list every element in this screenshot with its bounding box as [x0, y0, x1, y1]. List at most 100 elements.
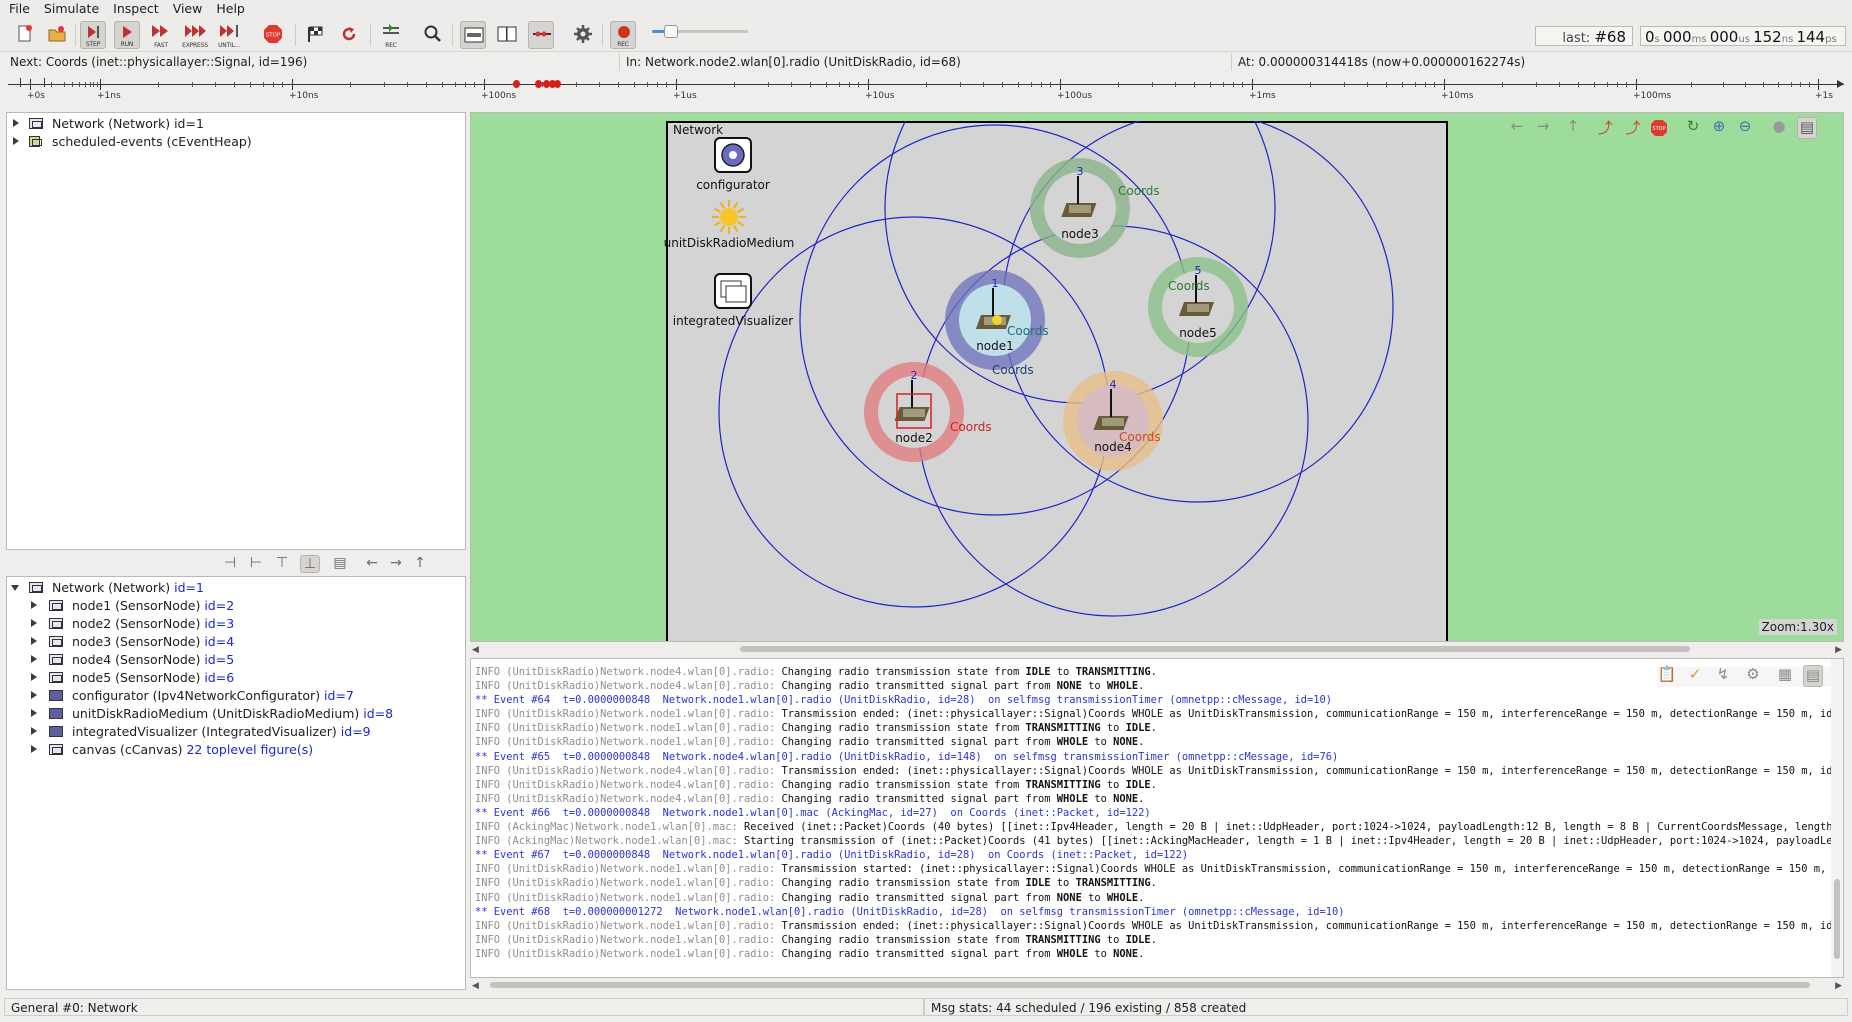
log-view-icon[interactable]: ▤: [1803, 665, 1823, 687]
log-line[interactable]: INFO (UnitDiskRadio)Network.node4.wlan[0…: [475, 778, 1835, 792]
log-line[interactable]: INFO (UnitDiskRadio)Network.node1.wlan[0…: [475, 862, 1843, 876]
menu-help[interactable]: Help: [209, 0, 252, 16]
preferences-gear-icon[interactable]: [570, 21, 596, 49]
tree-item-child[interactable]: node2 (SensorNode) id=3: [7, 615, 447, 633]
layout-vertical-icon[interactable]: [494, 21, 520, 49]
record-eventlog-icon[interactable]: REC: [378, 21, 404, 49]
network-canvas[interactable]: Network configurator unitDiskRadioMedium in…: [470, 112, 1844, 642]
search-highlight-icon[interactable]: ✓: [1685, 665, 1705, 687]
inheritance-view-icon[interactable]: ⊥: [300, 555, 320, 573]
tree-item-child[interactable]: node1 (SensorNode) id=2: [7, 597, 447, 615]
animation-speed-slider[interactable]: [652, 25, 748, 38]
menu-view[interactable]: View: [166, 0, 210, 16]
express-run-button[interactable]: EXPRESS: [182, 21, 208, 49]
run-button[interactable]: RUN: [114, 21, 140, 49]
expand-arrow-icon[interactable]: [31, 691, 37, 699]
expand-arrow-icon[interactable]: [31, 745, 37, 753]
children-view-icon[interactable]: ▤: [330, 555, 350, 573]
log-line[interactable]: INFO (UnitDiskRadio)Network.node1.wlan[0…: [475, 891, 1835, 905]
module-names-toggle-icon[interactable]: ●: [1769, 117, 1789, 139]
log-settings-gear-icon[interactable]: ⚙: [1743, 665, 1763, 687]
expand-arrow-icon[interactable]: [31, 673, 37, 681]
log-horizontal-scrollbar[interactable]: ◀ ▶: [470, 978, 1844, 992]
log-event-line[interactable]: ** Event #67 t=0.0000000848 Network.node…: [475, 848, 1835, 862]
menu-file[interactable]: File: [0, 0, 37, 16]
back-arrow-icon[interactable]: ←: [362, 555, 382, 573]
log-event-line[interactable]: ** Event #65 t=0.0000000848 Network.node…: [475, 750, 1835, 764]
expand-arrow-icon[interactable]: [31, 727, 37, 735]
timeline-event-marker[interactable]: [554, 80, 561, 88]
tree-item-child[interactable]: unitDiskRadioMedium (UnitDiskRadioMedium…: [7, 705, 447, 723]
collapse-arrow-icon[interactable]: [11, 585, 19, 591]
network-view-icon[interactable]: ▤: [1797, 117, 1817, 139]
up-arrow-icon[interactable]: ↑: [1563, 117, 1583, 139]
forward-arrow-icon[interactable]: →: [386, 555, 406, 573]
tree-item-child[interactable]: integratedVisualizer (IntegratedVisualiz…: [7, 723, 447, 741]
fast-to-module-icon[interactable]: ⤴: [1623, 117, 1643, 139]
load-config-icon[interactable]: [44, 21, 70, 49]
finish-flag-icon[interactable]: [302, 21, 328, 49]
expand-arrow-icon[interactable]: [31, 655, 37, 663]
filter-icon[interactable]: ↯: [1713, 665, 1733, 687]
menu-simulate[interactable]: Simulate: [37, 0, 106, 16]
tree-item-child[interactable]: canvas (cCanvas) 22 toplevel figure(s): [7, 741, 447, 759]
tree-item-child[interactable]: node3 (SensorNode) id=4: [7, 633, 447, 651]
timeline-toggle-icon[interactable]: [528, 21, 554, 49]
log-line[interactable]: INFO (UnitDiskRadio)Network.node4.wlan[0…: [475, 679, 1835, 693]
log-line[interactable]: INFO (UnitDiskRadio)Network.node1.wlan[0…: [475, 735, 1835, 749]
log-line[interactable]: INFO (UnitDiskRadio)Network.node1.wlan[0…: [475, 876, 1835, 890]
new-ini-icon[interactable]: [12, 21, 38, 49]
stop-icon[interactable]: STOP: [1649, 117, 1669, 139]
log-vertical-scrollbar[interactable]: [1831, 659, 1843, 977]
log-line[interactable]: INFO (UnitDiskRadio)Network.node1.wlan[0…: [475, 707, 1843, 721]
tree-item-child[interactable]: configurator (Ipv4NetworkConfigurator) i…: [7, 687, 447, 705]
messages-view-icon[interactable]: ▦: [1775, 665, 1795, 687]
expand-arrow-icon[interactable]: [31, 601, 37, 609]
log-text[interactable]: INFO (UnitDiskRadio)Network.node4.wlan[0…: [475, 665, 1843, 961]
copy-icon[interactable]: 📋: [1657, 665, 1677, 687]
log-line[interactable]: INFO (UnitDiskRadio)Network.node4.wlan[0…: [475, 764, 1843, 778]
flat-tree-icon[interactable]: ⊢: [246, 555, 266, 573]
tree-item-scheduled-events[interactable]: scheduled-events (cEventHeap): [7, 133, 447, 151]
zoom-in-icon[interactable]: ⊕: [1709, 117, 1729, 139]
log-line[interactable]: INFO (UnitDiskRadio)Network.node1.wlan[0…: [475, 947, 1835, 961]
step-button[interactable]: STEP: [80, 21, 106, 49]
find-icon[interactable]: [420, 21, 446, 49]
log-line[interactable]: INFO (UnitDiskRadio)Network.node4.wlan[0…: [475, 792, 1835, 806]
timeline-event-marker[interactable]: [513, 80, 520, 88]
log-line[interactable]: INFO (UnitDiskRadio)Network.node1.wlan[0…: [475, 721, 1835, 735]
event-timeline[interactable]: +0s +1ns +10ns +100ns +1us +10us +100us +1ms +10…: [8, 75, 1844, 105]
stop-button[interactable]: STOP: [260, 21, 286, 49]
log-event-line[interactable]: ** Event #66 t=0.0000000848 Network.node…: [475, 806, 1835, 820]
tree-item-network-root[interactable]: Network (Network) id=1: [7, 579, 447, 597]
back-arrow-icon[interactable]: ←: [1507, 117, 1527, 139]
tree-item-child[interactable]: node5 (SensorNode) id=6: [7, 669, 447, 687]
record-video-button[interactable]: REC: [610, 21, 636, 49]
log-line[interactable]: INFO (AckingMac)Network.node1.wlan[0].ma…: [475, 834, 1843, 848]
canvas-horizontal-scrollbar[interactable]: ◀ ▶: [470, 642, 1844, 656]
timeline-event-marker[interactable]: [535, 80, 542, 88]
log-line[interactable]: INFO (AckingMac)Network.node1.wlan[0].ma…: [475, 820, 1843, 834]
tree-item-child[interactable]: node4 (SensorNode) id=5: [7, 651, 447, 669]
log-event-line[interactable]: ** Event #68 t=0.000000001272 Network.no…: [475, 905, 1835, 919]
menu-inspect[interactable]: Inspect: [106, 0, 166, 16]
expand-arrow-icon[interactable]: [31, 637, 37, 645]
log-event-line[interactable]: ** Event #64 t=0.0000000848 Network.node…: [475, 693, 1835, 707]
log-line[interactable]: INFO (UnitDiskRadio)Network.node4.wlan[0…: [475, 665, 1835, 679]
up-arrow-icon[interactable]: ↑: [410, 555, 430, 573]
rebuild-network-icon[interactable]: [336, 21, 362, 49]
relayout-icon[interactable]: ↻: [1683, 117, 1703, 139]
step-to-module-icon[interactable]: ⤴: [1595, 117, 1615, 139]
log-line[interactable]: INFO (UnitDiskRadio)Network.node1.wlan[0…: [475, 933, 1835, 947]
tree-item-network[interactable]: Network (Network) id=1: [7, 115, 447, 133]
log-line[interactable]: INFO (UnitDiskRadio)Network.node1.wlan[0…: [475, 919, 1843, 933]
log-panel[interactable]: INFO (UnitDiskRadio)Network.node4.wlan[0…: [470, 658, 1844, 978]
group-by-icon[interactable]: ⊤: [272, 555, 292, 573]
expand-arrow-icon[interactable]: [31, 619, 37, 627]
inspect-as-tree-icon[interactable]: ⊣: [220, 555, 240, 573]
expand-arrow-icon[interactable]: [13, 119, 19, 127]
expand-arrow-icon[interactable]: [13, 137, 19, 145]
expand-arrow-icon[interactable]: [31, 709, 37, 717]
layout-horizontal-icon[interactable]: [460, 21, 486, 49]
fast-run-button[interactable]: FAST: [148, 21, 174, 49]
